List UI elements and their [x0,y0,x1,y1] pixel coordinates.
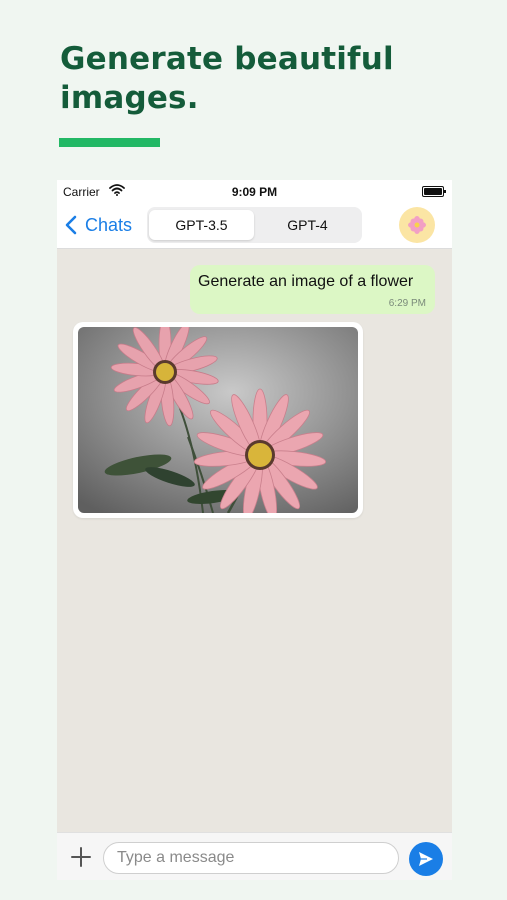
user-message-bubble: Generate an image of a flower 6:29 PM [190,265,435,314]
flower-avatar-icon [408,216,426,234]
phone-screen: Carrier 9:09 PM Chats GPT-3.5 GPT-4 Gene… [57,180,452,880]
promo-headline: Generate beautiful images. [60,41,394,116]
add-attachment-button[interactable] [69,845,93,869]
message-input[interactable] [103,842,399,874]
message-time: 6:29 PM [388,298,426,309]
back-button[interactable]: Chats [65,213,132,237]
chevron-left-icon [65,215,77,235]
generated-image-card[interactable] [73,322,363,518]
status-time: 9:09 PM [231,185,278,199]
tab-gpt-4[interactable]: GPT-4 [255,210,360,240]
tab-gpt-3-5[interactable]: GPT-3.5 [149,210,254,240]
status-bar: Carrier 9:09 PM [57,180,452,202]
accent-bar [59,138,160,147]
plus-icon [71,847,91,867]
send-button[interactable] [409,842,443,876]
battery-icon [422,186,446,197]
nav-bar: Chats GPT-3.5 GPT-4 [57,202,452,249]
avatar[interactable] [399,207,435,243]
model-selector: GPT-3.5 GPT-4 [147,207,362,243]
send-icon [419,852,433,866]
pink-daisies-image[interactable] [78,327,358,513]
message-text: Generate an image of a flower [198,273,414,290]
back-label: Chats [85,214,133,235]
message-composer [57,832,452,880]
